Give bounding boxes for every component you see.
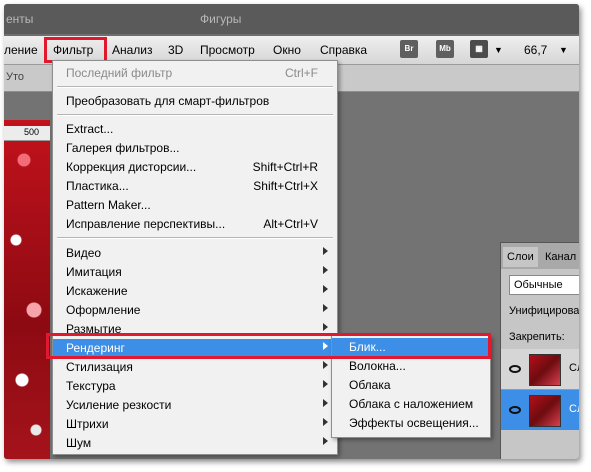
menu-view[interactable]: Просмотр (200, 43, 255, 57)
menu-item-shortcut: Shift+Ctrl+X (253, 179, 318, 193)
layer-row-1[interactable]: Сл (501, 349, 579, 390)
menu-item-liquify[interactable]: Пластика... Shift+Ctrl+X (53, 177, 337, 195)
menu-item-stylize[interactable]: Стилизация (53, 358, 337, 376)
submenu-item-lighting-effects[interactable]: Эффекты освещения... (332, 414, 490, 433)
submenu-arrow-icon (323, 399, 328, 407)
menu-item-label: Волокна... (349, 359, 406, 373)
menu-item-noise[interactable]: Шум (53, 434, 337, 452)
menu-separator (57, 114, 333, 116)
menu-item-last-filter: Последний фильтр Ctrl+F (53, 64, 337, 82)
layer-row-2[interactable]: Сл (501, 390, 579, 430)
menu-item-label: Усиление резкости (66, 398, 172, 412)
menu-item-label: Видео (66, 246, 102, 260)
menu-separator (57, 86, 333, 88)
panel-title-bar: енты Фигуры (4, 4, 579, 34)
chevron-down-icon[interactable]: ▼ (494, 45, 503, 55)
bridge-button[interactable]: Br (400, 40, 418, 58)
menu-item-label: Имитация (66, 265, 122, 279)
submenu-arrow-icon (323, 285, 328, 293)
menu-item-label: Оформление (66, 303, 141, 317)
menu-item-label: Стилизация (66, 360, 133, 374)
menu-item-shortcut: Ctrl+F (285, 66, 318, 80)
menu-item-label: Облака с наложением (349, 397, 474, 411)
menu-item-distort[interactable]: Искажение (53, 282, 337, 300)
zoom-level[interactable]: 66,7 (524, 43, 547, 57)
menu-item-label: Исправление перспективы... (66, 217, 226, 231)
layer-name[interactable]: Сл (569, 362, 579, 374)
menu-edit[interactable]: ление (4, 43, 38, 57)
menu-item-label: Pattern Maker... (66, 198, 151, 212)
layer-name[interactable]: Сл (569, 403, 579, 415)
menu-item-filter-gallery[interactable]: Галерея фильтров... (53, 139, 337, 157)
tab-layers[interactable]: Слои (503, 247, 538, 267)
menu-item-label: Коррекция дисторсии... (66, 160, 197, 174)
menu-item-label: Штрихи (66, 417, 109, 431)
submenu-arrow-icon (323, 418, 328, 426)
options-label: Уто (6, 71, 25, 83)
menu-item-sharpen[interactable]: Усиление резкости (53, 396, 337, 414)
tab-channels[interactable]: Канал (541, 247, 579, 267)
layer-thumbnail (529, 354, 561, 386)
submenu-item-clouds[interactable]: Облака (332, 376, 490, 395)
menu-item-label: Эффекты освещения... (349, 416, 479, 430)
menu-separator (57, 237, 333, 239)
menu-item-label: Галерея фильтров... (66, 141, 180, 155)
render-callout (46, 333, 491, 359)
menu-item-label: Шум (66, 436, 92, 450)
panel-title-shapes: Фигуры (200, 12, 242, 26)
filter-menu: Последний фильтр Ctrl+F Преобразовать дл… (52, 60, 338, 455)
submenu-arrow-icon (323, 380, 328, 388)
menu-item-pixelate[interactable]: Оформление (53, 301, 337, 319)
menu-help[interactable]: Справка (320, 43, 367, 57)
zoom-dropdown-icon[interactable]: ▼ (559, 45, 568, 55)
menu-window[interactable]: Окно (273, 43, 301, 57)
submenu-arrow-icon (323, 323, 328, 331)
submenu-arrow-icon (323, 361, 328, 369)
menu-item-label: Текстура (66, 379, 116, 393)
submenu-item-fibers[interactable]: Волокна... (332, 357, 490, 376)
menu-item-label: Extract... (66, 122, 114, 136)
menu-3d[interactable]: 3D (168, 43, 183, 57)
menu-item-brush-strokes[interactable]: Штрихи (53, 415, 337, 433)
extras-grid-button[interactable]: ▦ (470, 40, 488, 58)
ruler: 500 (4, 126, 50, 141)
submenu-arrow-icon (323, 304, 328, 312)
menu-analysis[interactable]: Анализ (112, 43, 153, 57)
lock-label: Закрепить: (509, 331, 565, 343)
menu-item-video[interactable]: Видео (53, 244, 337, 262)
layer-thumbnail (529, 395, 561, 427)
submenu-arrow-icon (323, 437, 328, 445)
menu-item-label: Искажение (66, 284, 128, 298)
eye-icon[interactable] (509, 365, 521, 373)
unify-label: Унифицироват (509, 305, 579, 317)
menu-item-label: Последний фильтр (66, 66, 173, 80)
blend-mode-select[interactable]: Обычные (509, 275, 579, 295)
canvas-image[interactable] (4, 120, 50, 459)
menu-item-smart-filters[interactable]: Преобразовать для смарт-фильтров (53, 92, 337, 110)
submenu-arrow-icon (323, 247, 328, 255)
menu-item-shortcut: Shift+Ctrl+R (252, 160, 318, 174)
submenu-item-difference-clouds[interactable]: Облака с наложением (332, 395, 490, 414)
mini-bridge-button[interactable]: Mb (436, 40, 454, 58)
menu-item-label: Облака (349, 378, 391, 392)
menu-item-texture[interactable]: Текстура (53, 377, 337, 395)
menu-item-label: Пластика... (66, 179, 129, 193)
submenu-arrow-icon (323, 266, 328, 274)
menu-item-label: Преобразовать для смарт-фильтров (66, 94, 270, 108)
menu-item-extract[interactable]: Extract... (53, 120, 337, 138)
menu-item-vanishing-point[interactable]: Исправление перспективы... Alt+Ctrl+V (53, 215, 337, 233)
menu-item-pattern-maker[interactable]: Pattern Maker... (53, 196, 337, 214)
layers-panel: Слои Канал Обычные Унифицироват Закрепит… (500, 242, 579, 459)
menu-item-lens-correction[interactable]: Коррекция дисторсии... Shift+Ctrl+R (53, 158, 337, 176)
ruler-value: 500 (24, 127, 40, 137)
menu-item-shortcut: Alt+Ctrl+V (263, 217, 318, 231)
panel-title-left: енты (6, 12, 34, 26)
menu-item-artistic[interactable]: Имитация (53, 263, 337, 281)
eye-icon[interactable] (509, 406, 521, 414)
